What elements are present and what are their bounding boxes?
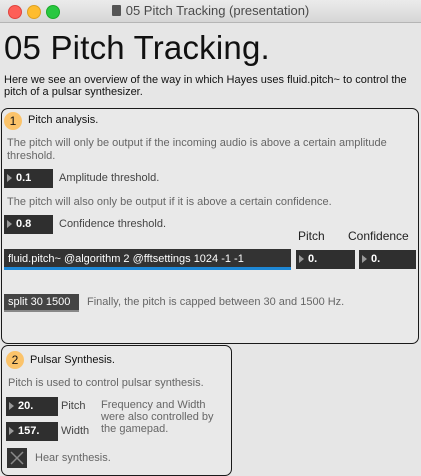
patcher-canvas: 05 Pitch Tracking. Here we see an overvi… [0,23,421,476]
pulsar-synthesis-panel: 2 Pulsar Synthesis. Pitch is used to con… [1,345,232,476]
split-comment: Finally, the pitch is capped between 30 … [87,296,345,308]
hear-synthesis-label: Hear synthesis. [35,452,111,464]
amplitude-threshold-value: 0.1 [16,172,32,184]
pitch-output-value: 0. [308,253,318,265]
fluid-pitch-object[interactable]: fluid.pitch~ @algorithm 2 @fftsettings 1… [4,249,291,270]
amplitude-comment: The pitch will only be output if the inc… [7,137,387,162]
pitch-column-header: Pitch [298,229,325,243]
document-icon [111,5,121,16]
step-badge-1: 1 [4,112,22,130]
amplitude-threshold-label: Amplitude threshold. [59,172,160,184]
fluid-pitch-object-text: fluid.pitch~ @algorithm 2 @fftsettings 1… [8,253,244,265]
number-triangle-icon [7,174,12,182]
number-triangle-icon [299,255,304,263]
page-title: 05 Pitch Tracking. [4,29,270,66]
intro-text: Here we see an overview of the way in wh… [4,74,407,98]
window-title-text: 05 Pitch Tracking (presentation) [125,3,310,18]
width-number[interactable]: 157. [6,422,58,441]
window-title: 05 Pitch Tracking (presentation) [0,3,421,18]
width-label: Width [61,425,90,437]
split-object-text: split 30 1500 [8,296,71,308]
pitch-number[interactable]: 20. [6,397,58,416]
width-value: 157. [18,425,40,437]
number-triangle-icon [7,220,12,228]
confidence-threshold-number[interactable]: 0.8 [4,215,53,234]
pitch-analysis-panel: 1 Pitch analysis. The pitch will only be… [1,108,419,344]
pulsar-comment: Pitch is used to control pulsar synthesi… [8,377,204,389]
hear-synthesis-toggle[interactable] [7,448,27,468]
confidence-threshold-value: 0.8 [16,218,32,230]
confidence-comment: The pitch will also only be output if it… [7,196,332,208]
confidence-column-header: Confidence [348,229,409,243]
number-triangle-icon [9,427,14,435]
pitch-value: 20. [18,400,34,412]
confidence-output-value: 0. [371,253,381,265]
gamepad-description: Frequency and Width were also controlled… [101,399,214,435]
amplitude-threshold-number[interactable]: 0.1 [4,169,53,188]
confidence-output-number[interactable]: 0. [359,250,416,269]
pitch-label: Pitch [61,400,86,412]
split-object[interactable]: split 30 1500 [4,294,79,312]
pitch-output-number[interactable]: 0. [296,250,355,269]
pulsar-synthesis-heading: Pulsar Synthesis. [30,354,115,366]
number-triangle-icon [362,255,367,263]
number-triangle-icon [9,402,14,410]
window-titlebar: 05 Pitch Tracking (presentation) [0,0,421,23]
toggle-x-icon [10,451,24,465]
confidence-threshold-label: Confidence threshold. [59,218,167,230]
step-badge-2: 2 [6,351,24,369]
pitch-analysis-heading: Pitch analysis. [28,114,99,126]
